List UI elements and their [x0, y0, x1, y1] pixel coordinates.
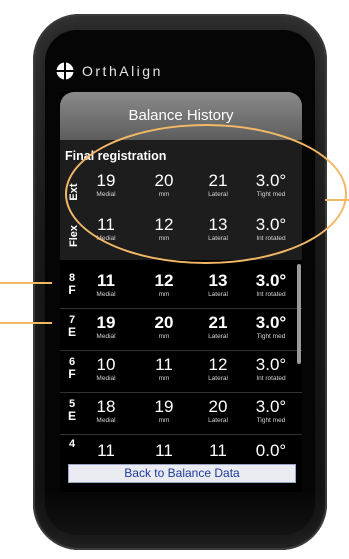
lateral-cell: 13 Lateral — [208, 271, 228, 299]
history-row[interactable]: 5E 18 Medial 19 mm 20 Lateral 3.0° Tight… — [60, 398, 302, 434]
history-list[interactable]: 8F 11 Medial 12 mm 13 Lateral 3.0° Int r… — [60, 260, 302, 456]
row-label: Flex — [68, 225, 80, 248]
scrollbar[interactable] — [297, 264, 301, 364]
history-row[interactable]: 4 11 11 11 0.0° — [60, 438, 302, 456]
angle-cell: 3.0° Tight med — [255, 397, 287, 425]
row-number: 5E — [67, 398, 76, 423]
row-number: 6F — [68, 356, 76, 381]
row-divider — [60, 308, 302, 309]
mm-cell: 11 — [155, 441, 173, 457]
screen-title: Balance History — [128, 107, 234, 124]
brand-name: OrthAlign — [82, 63, 163, 79]
mm-cell: 12 mm — [154, 271, 174, 299]
row-divider — [60, 434, 302, 435]
row-number: 8F — [68, 272, 76, 297]
row-divider — [60, 392, 302, 393]
brand-header: OrthAlign — [56, 62, 163, 80]
angle-cell: 0.0° — [255, 441, 287, 457]
mm-cell: 11 mm — [155, 355, 173, 383]
lateral-cell: 20 Lateral — [208, 397, 228, 425]
row-divider — [60, 350, 302, 351]
angle-cell: 3.0° Tight med — [255, 313, 287, 341]
angle-cell: 3.0° Int rotated — [255, 271, 287, 299]
callout-line-row7 — [0, 322, 52, 324]
medial-cell: 10 Medial — [96, 355, 116, 383]
lateral-cell: 21 Lateral — [208, 313, 228, 341]
history-row[interactable]: 8F 11 Medial 12 mm 13 Lateral 3.0° Int r… — [60, 272, 302, 308]
medial-cell: 18 Medial — [96, 397, 116, 425]
back-to-balance-data-button[interactable]: Back to Balance Data — [68, 464, 296, 483]
row-number: 4 — [68, 438, 76, 450]
medial-cell: 11 — [97, 441, 115, 457]
history-row[interactable]: 7E 19 Medial 20 mm 21 Lateral 3.0° Tight… — [60, 314, 302, 350]
medial-cell: 11 Medial — [96, 271, 116, 299]
orthalign-logo-icon — [56, 62, 74, 80]
lateral-cell: 11 — [209, 441, 227, 457]
history-row[interactable]: 6F 10 Medial 11 mm 12 Lateral 3.0° Int r… — [60, 356, 302, 392]
angle-cell: 3.0° Int rotated — [255, 355, 287, 383]
lateral-cell: 12 Lateral — [208, 355, 228, 383]
button-label: Back to Balance Data — [124, 466, 240, 480]
mm-cell: 19 mm — [154, 397, 174, 425]
medial-cell: 19 Medial — [96, 313, 116, 341]
final-registration-callout — [65, 124, 347, 264]
callout-line-right — [325, 199, 349, 201]
row-number: 7E — [67, 314, 76, 339]
callout-line-row8 — [0, 282, 52, 284]
mm-cell: 20 mm — [154, 313, 174, 341]
